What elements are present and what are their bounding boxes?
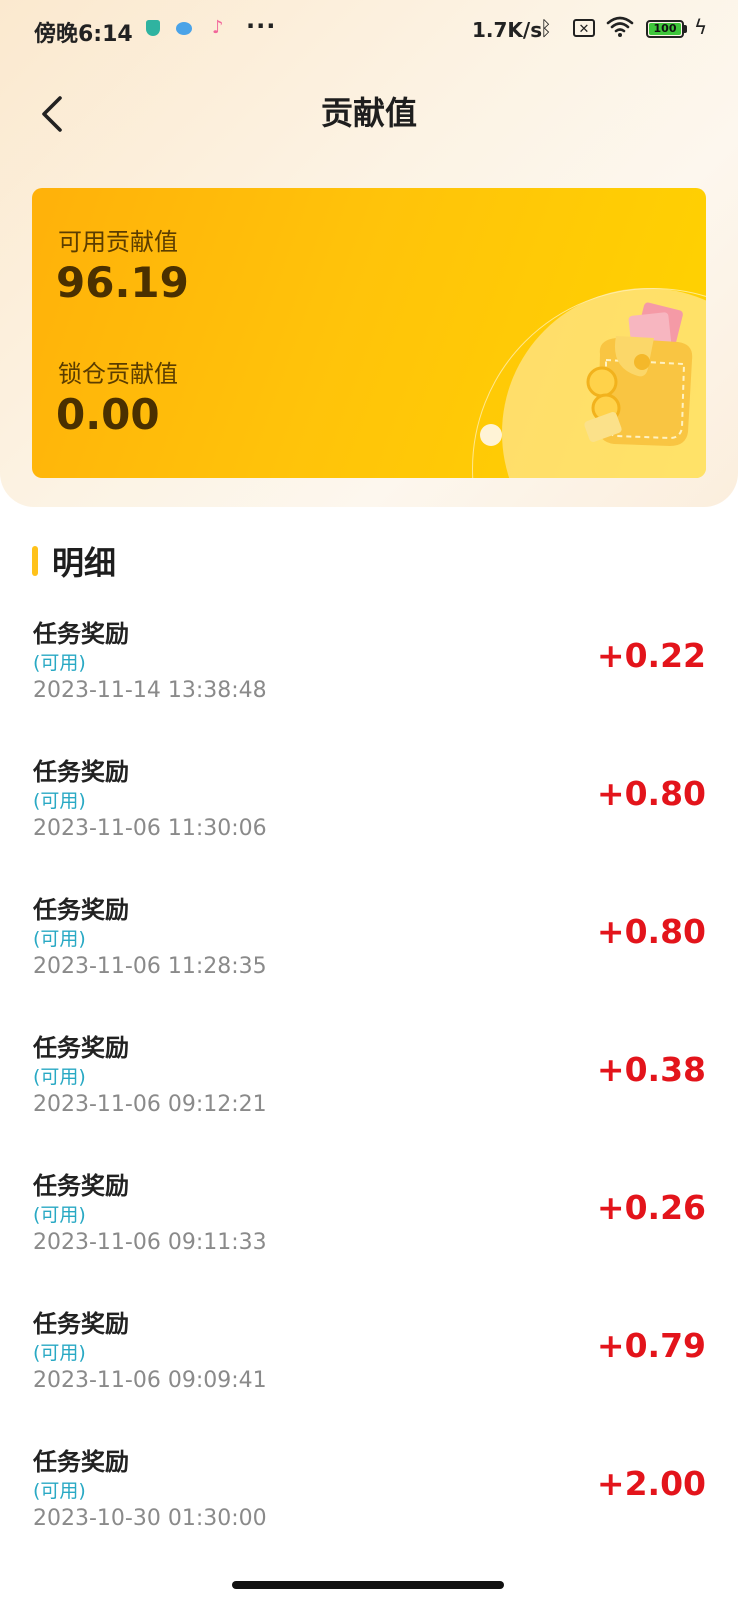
more-notifications-icon: ··· — [246, 12, 277, 40]
battery-icon: 100 — [646, 20, 684, 38]
available-label: 可用贡献值 — [58, 228, 178, 256]
list-item[interactable]: 任务奖励 (可用) 2023-11-06 11:28:35 +0.80 — [0, 876, 738, 1014]
shield-icon — [146, 20, 160, 36]
record-status: (可用) — [33, 1342, 86, 1364]
card-decoration-dot — [480, 424, 502, 446]
locked-label: 锁仓贡献值 — [58, 360, 178, 388]
record-amount: +0.80 — [596, 774, 706, 813]
section-accent-bar — [32, 546, 38, 576]
record-amount: +0.22 — [596, 636, 706, 675]
section-title: 明细 — [52, 544, 117, 582]
list-item[interactable]: 任务奖励 (可用) 2023-11-14 13:38:48 +0.22 — [0, 600, 738, 738]
record-title: 任务奖励 — [33, 1310, 129, 1338]
balance-card: 可用贡献值 96.19 锁仓贡献值 0.00 — [32, 188, 706, 478]
battery-level: 100 — [649, 23, 681, 35]
record-title: 任务奖励 — [33, 620, 129, 648]
record-amount: +2.00 — [596, 1464, 706, 1503]
music-icon: ♪ — [212, 17, 224, 38]
record-amount: +0.79 — [596, 1326, 706, 1365]
bluetooth-icon: ᛒ — [540, 16, 552, 40]
record-title: 任务奖励 — [33, 1034, 129, 1062]
record-time: 2023-11-14 13:38:48 — [33, 678, 267, 703]
record-time: 2023-11-06 11:30:06 — [33, 816, 267, 841]
record-title: 任务奖励 — [33, 1448, 129, 1476]
record-title: 任务奖励 — [33, 896, 129, 924]
wifi-icon — [606, 14, 634, 42]
available-value: 96.19 — [56, 258, 189, 307]
list-item[interactable]: 任务奖励 (可用) 2023-10-30 01:30:00 +2.00 — [0, 1428, 738, 1566]
record-amount: +0.26 — [596, 1188, 706, 1227]
record-time: 2023-11-06 09:12:21 — [33, 1092, 267, 1117]
battery-tip — [684, 25, 687, 33]
list-item[interactable]: 任务奖励 (可用) 2023-11-06 09:09:41 +0.79 — [0, 1290, 738, 1428]
list-item[interactable]: 任务奖励 (可用) 2023-11-06 09:11:33 +0.26 — [0, 1152, 738, 1290]
home-indicator[interactable] — [232, 1581, 504, 1589]
status-bar: 傍晚6:14 ♪ ··· 1.7K/s ᛒ ✕ 100 ϟ — [0, 0, 738, 62]
record-status: (可用) — [33, 652, 86, 674]
status-time: 傍晚6:14 — [34, 22, 133, 47]
record-amount: +0.38 — [596, 1050, 706, 1089]
record-title: 任务奖励 — [33, 758, 129, 786]
record-status: (可用) — [33, 1204, 86, 1226]
record-time: 2023-11-06 09:11:33 — [33, 1230, 267, 1255]
list-item[interactable]: 任务奖励 (可用) 2023-11-06 09:12:21 +0.38 — [0, 1014, 738, 1152]
record-time: 2023-11-06 09:09:41 — [33, 1368, 267, 1393]
bubble-icon — [176, 22, 192, 35]
locked-value: 0.00 — [56, 390, 160, 439]
network-speed: 1.7K/s — [472, 18, 543, 42]
wallet-icon — [584, 302, 693, 446]
list-item[interactable]: 任务奖励 (可用) 2023-11-06 11:30:06 +0.80 — [0, 738, 738, 876]
charging-icon: ϟ — [694, 15, 708, 39]
page-title: 贡献值 — [320, 94, 417, 132]
record-amount: +0.80 — [596, 912, 706, 951]
record-status: (可用) — [33, 1480, 86, 1502]
record-title: 任务奖励 — [33, 1172, 129, 1200]
record-status: (可用) — [33, 1066, 86, 1088]
record-time: 2023-10-30 01:30:00 — [33, 1506, 267, 1531]
record-time: 2023-11-06 11:28:35 — [33, 954, 267, 979]
sim-icon: ✕ — [573, 19, 595, 37]
record-list: 任务奖励 (可用) 2023-11-14 13:38:48 +0.22 任务奖励… — [0, 600, 738, 1566]
record-status: (可用) — [33, 928, 86, 950]
record-status: (可用) — [33, 790, 86, 812]
